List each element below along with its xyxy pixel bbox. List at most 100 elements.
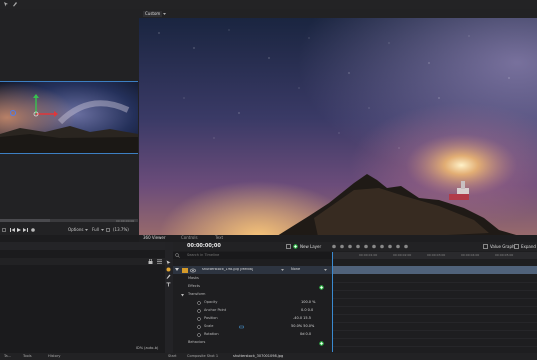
lock-icon[interactable] xyxy=(148,259,153,264)
layer-name[interactable]: shutterstock_198.jpg [Media] xyxy=(202,268,260,272)
layer-row[interactable]: shutterstock_198.jpg [Media] None xyxy=(173,266,332,274)
property-value[interactable]: 100.0 % xyxy=(301,300,315,305)
property-value[interactable]: 0.0 0.0 xyxy=(301,308,313,313)
timeline-panel: 00:00:00;00 New Layer Value Graph Expand xyxy=(165,242,537,353)
expand-arrow-icon[interactable] xyxy=(181,293,184,297)
chevron-down-icon xyxy=(85,229,88,231)
add-effect-icon[interactable] xyxy=(319,284,324,290)
value-graph-button[interactable]: Value Graph xyxy=(490,244,515,249)
tab-text[interactable]: Text xyxy=(215,236,223,240)
pen-icon[interactable] xyxy=(12,1,18,7)
tab-ta[interactable]: Ta... xyxy=(4,354,11,359)
keyframe-icon[interactable] xyxy=(197,301,201,305)
viewer-canvas[interactable] xyxy=(139,18,537,241)
property-label: Masks xyxy=(188,276,199,280)
ruler-tick: 00:00:03:00 xyxy=(427,253,446,257)
search-icon xyxy=(175,253,180,258)
property-row: Anchor Point 0.0 0.0 xyxy=(173,307,332,315)
property-label: Effects xyxy=(188,284,200,288)
tab-shutterstock[interactable]: shutterstock_307001098.jpg xyxy=(233,354,283,359)
hand-tool-icon[interactable] xyxy=(166,267,171,272)
timecode-display[interactable]: 00:00:00;00 xyxy=(187,244,221,249)
property-value[interactable]: 0d 0.0 xyxy=(300,332,311,337)
property-value[interactable]: -40.0 15.5 xyxy=(293,316,311,321)
add-behavior-icon[interactable] xyxy=(319,340,324,346)
viewer-header: Custom xyxy=(139,9,537,18)
text-tool-icon[interactable] xyxy=(166,282,171,287)
quality-dropdown[interactable]: Full xyxy=(92,228,99,232)
keyframe-icon[interactable] xyxy=(197,333,201,337)
tab-start[interactable]: Start xyxy=(168,354,177,359)
timeline-search[interactable]: Search in Timeline xyxy=(173,252,332,259)
chevron-down-icon xyxy=(324,269,327,271)
loop-icon[interactable] xyxy=(2,228,6,232)
left-zoom-label[interactable]: ID% (auto-b) xyxy=(136,346,158,351)
ruler-tick: 00:00:05:00 xyxy=(495,253,514,257)
property-label: Transform xyxy=(188,292,206,296)
property-row: Behaviors xyxy=(173,339,332,347)
keyframe-icon[interactable] xyxy=(197,309,201,313)
property-label: Scale xyxy=(204,324,214,328)
visibility-icon[interactable] xyxy=(190,268,196,273)
property-row: Effects xyxy=(173,283,332,291)
tab-360-viewer[interactable]: 360 Viewer xyxy=(143,236,166,240)
value-graph-icon xyxy=(483,244,488,249)
arrow-icon[interactable] xyxy=(3,1,9,7)
property-row: Opacity 100.0 % xyxy=(173,299,332,307)
left-bottom-header xyxy=(0,242,165,250)
new-layer-add-icon[interactable] xyxy=(293,244,298,249)
play-icon[interactable] xyxy=(17,228,21,232)
source-transport: Options Full (13.7%) xyxy=(0,226,139,234)
playhead[interactable] xyxy=(332,252,333,352)
property-row: Transform xyxy=(173,291,332,299)
tab-composite-shot[interactable]: Composite Shot 1 xyxy=(187,354,218,359)
property-row: Scale 50.0% 50.0% xyxy=(173,323,332,331)
step-back-icon[interactable] xyxy=(10,228,15,232)
expand-arrow-icon[interactable] xyxy=(175,268,179,272)
property-row: Masks xyxy=(173,275,332,283)
new-layer-icon[interactable] xyxy=(286,244,291,249)
viewer-panel: Custom xyxy=(139,9,537,241)
zoom-dropdown[interactable]: (13.7%) xyxy=(113,228,129,232)
chevron-down-icon xyxy=(101,229,104,231)
bottom-tabs: Ta... Tools History Start Composite Shot… xyxy=(0,353,537,360)
select-tool-icon[interactable] xyxy=(166,260,171,265)
camera-tab[interactable]: Custom xyxy=(143,11,163,17)
left-bottom-toolbar xyxy=(0,258,165,265)
expand-button[interactable]: Expand xyxy=(521,244,536,249)
property-row: Rotation 0d 0.0 xyxy=(173,331,332,339)
record-icon[interactable] xyxy=(31,228,35,232)
tab-tools[interactable]: Tools xyxy=(23,354,32,359)
new-layer-button[interactable]: New Layer xyxy=(300,244,321,249)
menu-icon[interactable] xyxy=(157,259,162,264)
property-list: Masks Effects Transform Opacity 100.0 % … xyxy=(173,275,332,347)
property-label: Behaviors xyxy=(188,340,206,344)
options-dropdown[interactable]: Options xyxy=(68,228,83,232)
top-toolbar xyxy=(0,0,537,9)
tab-controls[interactable]: Controls xyxy=(181,236,198,240)
pen-tool-icon[interactable] xyxy=(166,274,171,279)
timeline-header: 00:00:00;00 New Layer Value Graph Expand xyxy=(173,242,537,251)
keyframe-icon[interactable] xyxy=(197,317,201,321)
property-label: Opacity xyxy=(204,300,218,304)
property-label: Rotation xyxy=(204,332,219,336)
left-bottom-panel: ID% (auto-b) xyxy=(0,242,165,353)
chevron-down-icon xyxy=(281,269,284,271)
property-value[interactable]: 50.0% 50.0% xyxy=(291,324,314,329)
search-input[interactable]: Search in Timeline xyxy=(187,253,219,258)
blend-mode-dropdown[interactable]: None xyxy=(291,267,300,272)
timeline-tool-strip xyxy=(165,242,173,353)
layer-clip[interactable] xyxy=(332,266,537,274)
tab-history[interactable]: History xyxy=(48,354,60,359)
track-area[interactable] xyxy=(332,275,537,347)
timeline-ruler[interactable]: 00:00:01:00 00:00:02:00 00:00:03:00 00:0… xyxy=(332,252,537,259)
keyframe-icon[interactable] xyxy=(197,325,201,329)
fit-icon[interactable] xyxy=(106,228,110,232)
link-icon[interactable] xyxy=(239,325,244,329)
source-preview[interactable] xyxy=(0,81,138,154)
panel-tabs: 360 Viewer Controls Text xyxy=(139,235,537,242)
source-duration: 00:00:00:00 xyxy=(116,219,135,223)
ruler-tick: 00:00:01:00 xyxy=(359,253,378,257)
step-forward-icon[interactable] xyxy=(23,228,28,232)
chevron-down-icon xyxy=(163,13,166,15)
